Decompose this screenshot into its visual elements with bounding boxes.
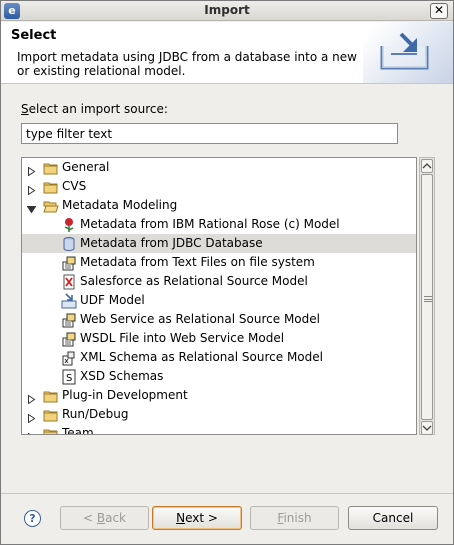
tree-item-label: Run/Debug — [62, 407, 129, 421]
finish-button[interactable]: Finish — [250, 506, 339, 530]
tree-category[interactable]: General — [22, 158, 416, 177]
tree-item[interactable]: Metadata from IBM Rational Rose (c) Mode… — [22, 215, 416, 234]
tree-item-label: Metadata Modeling — [62, 198, 178, 212]
collapsed-arrow-icon[interactable] — [27, 182, 36, 196]
window-title: Import — [204, 3, 250, 17]
tree-item-label: Metadata from IBM Rational Rose (c) Mode… — [80, 217, 340, 231]
import-wizard-icon — [61, 255, 77, 271]
help-icon[interactable]: ? — [24, 510, 41, 527]
vertical-scrollbar[interactable] — [419, 157, 435, 435]
scroll-down-arrow-icon[interactable] — [421, 421, 433, 435]
button-bar-separator — [1, 493, 453, 494]
cancel-button[interactable]: Cancel — [348, 506, 438, 530]
tree-item[interactable]: Web Service as Relational Source Model — [22, 310, 416, 329]
next-button[interactable]: Next > — [152, 506, 242, 530]
tree-item[interactable]: Salesforce as Relational Source Model — [22, 272, 416, 291]
filter-input[interactable] — [21, 123, 398, 144]
import-wizard-icon — [61, 331, 77, 347]
rose-icon — [61, 217, 77, 233]
close-button[interactable]: ✕ — [430, 3, 448, 19]
expanded-arrow-icon[interactable] — [26, 201, 37, 214]
tree-item[interactable]: WSDL File into Web Service Model — [22, 329, 416, 348]
import-banner-icon — [363, 22, 453, 83]
tree-item-label: XSD Schemas — [80, 369, 164, 383]
folder-icon — [43, 426, 59, 434]
tree-item[interactable]: Metadata from JDBC Database — [22, 234, 416, 253]
tree-item-label: Metadata from Text Files on file system — [80, 255, 315, 269]
tree-item-label: UDF Model — [80, 293, 145, 307]
tree-item-label: XML Schema as Relational Source Model — [80, 350, 323, 364]
collapsed-arrow-icon[interactable] — [27, 429, 36, 434]
tree-item-label: Salesforce as Relational Source Model — [80, 274, 308, 288]
import-wizard-icon — [61, 312, 77, 328]
folder-open-icon — [43, 198, 59, 214]
tree-item-label: Plug-in Development — [62, 388, 188, 402]
udf-import-icon — [61, 293, 77, 309]
scrollbar-thumb[interactable] — [421, 174, 433, 420]
tree-category[interactable]: Metadata Modeling — [22, 196, 416, 215]
tree-category[interactable]: Team — [22, 424, 416, 435]
database-icon — [61, 236, 77, 252]
collapsed-arrow-icon[interactable] — [27, 391, 36, 405]
collapsed-arrow-icon[interactable] — [27, 410, 36, 424]
xsd-s-icon: S — [61, 369, 77, 385]
tree-item-label: Web Service as Relational Source Model — [80, 312, 320, 326]
wizard-banner: Select Import metadata using JDBC from a… — [1, 22, 453, 84]
import-source-tree[interactable]: General CVS Metadata Modeling Metadata from… — [21, 157, 417, 435]
tree-item-label: WSDL File into Web Service Model — [80, 331, 285, 345]
page-description: Import metadata using JDBC from a databa… — [17, 50, 357, 78]
folder-icon — [43, 407, 59, 423]
tree-item-label: CVS — [62, 179, 87, 193]
tree-item[interactable]: Metadata from Text Files on file system — [22, 253, 416, 272]
collapsed-arrow-icon[interactable] — [27, 163, 36, 177]
tree-item[interactable]: S XSD Schemas — [22, 367, 416, 386]
scroll-up-arrow-icon[interactable] — [421, 159, 433, 173]
tree-category[interactable]: Run/Debug — [22, 405, 416, 424]
tree-item-label: Team — [62, 426, 94, 435]
page-title: Select — [11, 28, 57, 43]
tree-category[interactable]: CVS — [22, 177, 416, 196]
title-bar[interactable]: e Import ✕ — [1, 1, 453, 21]
folder-icon — [43, 388, 59, 404]
xml-schema-icon — [61, 350, 77, 366]
folder-icon — [43, 160, 59, 176]
tree-item-label: Metadata from JDBC Database — [80, 236, 263, 250]
tree-item[interactable]: UDF Model — [22, 291, 416, 310]
folder-icon — [43, 179, 59, 195]
tree-item-label: General — [62, 160, 110, 174]
import-dialog: e Import ✕ Select Import metadata using … — [0, 0, 454, 545]
tree-category[interactable]: Plug-in Development — [22, 386, 416, 405]
back-button[interactable]: < Back — [60, 506, 149, 530]
salesforce-x-icon — [61, 274, 77, 290]
svg-text:S: S — [66, 373, 72, 384]
tree-item[interactable]: XML Schema as Relational Source Model — [22, 348, 416, 367]
import-source-label: Select an import source: — [21, 102, 168, 116]
